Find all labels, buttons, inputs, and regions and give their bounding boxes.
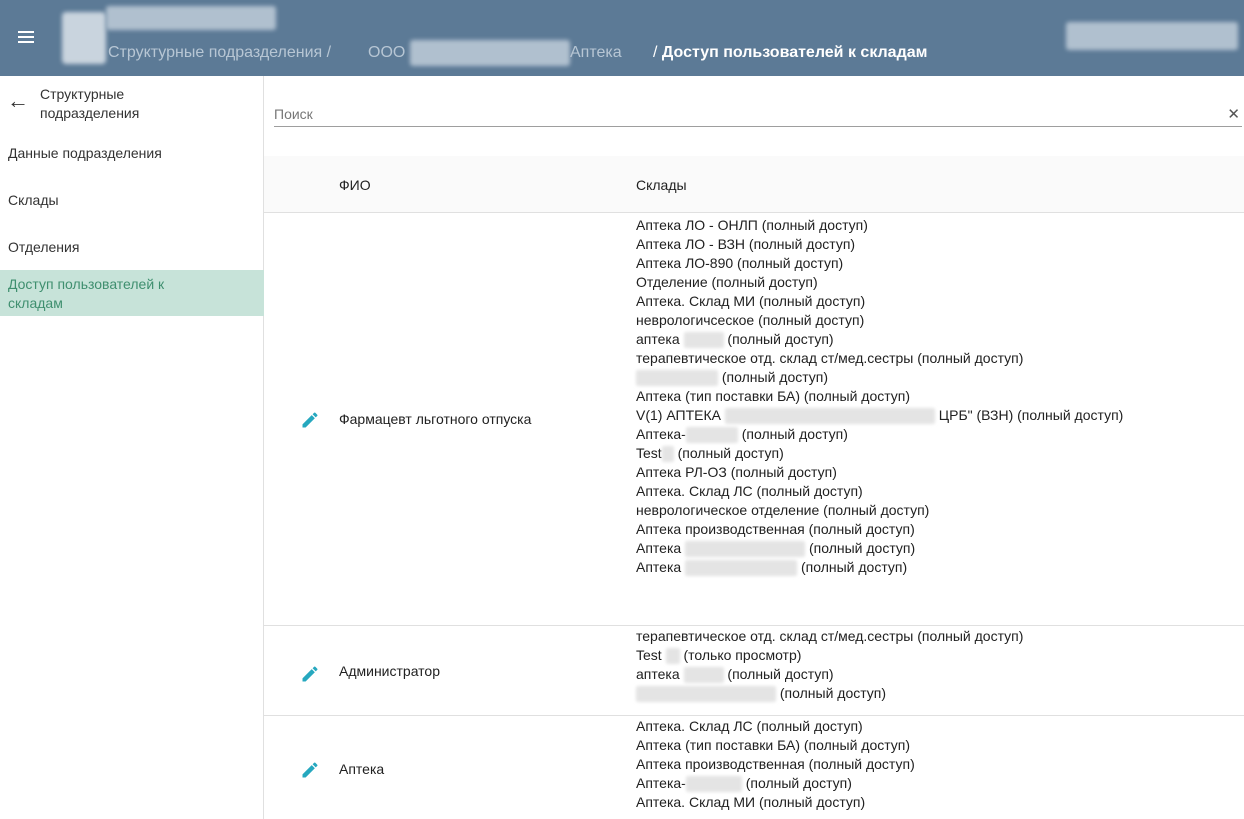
column-header-warehouses[interactable]: Склады [636,177,687,193]
list-item: Аптека производственная (полный доступ) [636,521,915,537]
pencil-edit-icon[interactable] [300,760,320,780]
redacted-user-info [1066,22,1238,50]
close-icon[interactable]: ✕ [1227,105,1240,123]
list-item: Аптека. Склад МИ (полный доступ) [636,794,866,810]
redacted-org-name [410,40,570,66]
table-row: Фармацевт льготного отпуска Аптека ЛО - … [264,213,1244,626]
list-item: Отделение (полный доступ) [636,274,818,290]
redacted-text [685,427,738,444]
list-item: неврологичсеское (полный доступ) [636,312,865,328]
sidebar-item-departments[interactable]: Отделения [0,238,264,260]
hamburger-menu-icon[interactable] [18,31,34,43]
list-item: Аптека. Склад МИ (полный доступ) [636,293,866,309]
search-input[interactable] [274,103,1214,125]
app-header: Структурные подразделения / ООО Аптека /… [0,0,1244,76]
sidebar-item-user-access[interactable]: Доступ пользователей к складам [0,270,264,316]
list-item: Аптека ЛО-890 (полный доступ) [636,255,844,271]
list-item: Аптека (тип поставки БА) (полный доступ) [636,388,911,404]
redacted-text [636,370,718,387]
redacted-text [685,560,798,577]
list-item: Аптека ЛО - ВЗН (полный доступ) [636,236,856,252]
pencil-edit-icon[interactable] [300,664,320,684]
redacted-text [665,648,680,665]
list-item: Аптека РЛ-ОЗ (полный доступ) [636,464,837,480]
redacted-app-title [106,6,276,30]
list-item: (полный доступ) [636,684,1023,703]
list-item: (полный доступ) [636,368,1123,387]
redacted-text [661,446,674,463]
redacted-text [636,686,776,703]
list-item: Аптека ЛО - ОНЛП (полный доступ) [636,217,868,233]
user-name: Администратор [339,663,441,679]
redacted-text [683,667,724,684]
list-item: Аптека (тип поставки БА) (полный доступ) [636,737,911,753]
list-item: терапевтическое отд. склад ст/мед.сестры… [636,350,1024,366]
warehouse-list: Аптека ЛО - ОНЛП (полный доступ) Аптека … [636,216,1123,577]
list-item: Аптека. Склад ЛС (полный доступ) [636,718,863,734]
table-row: Администратор терапевтическое отд. склад… [264,626,1244,716]
arrow-left-icon[interactable]: ← [7,88,29,114]
list-item: Test (полный доступ) [636,445,784,463]
breadcrumb-org[interactable]: ООО [368,44,405,62]
list-item: терапевтическое отд. склад ст/мед.сестры… [636,628,1024,644]
redacted-text [683,332,724,349]
redacted-text [685,541,806,558]
breadcrumb-current-page: / Доступ пользователей к складам [653,44,928,61]
table-header: ФИО Склады [264,156,1244,213]
org-logo [62,12,106,64]
sidebar: ← Структурные подразделения Данные подра… [0,76,264,819]
list-item: аптека (полный доступ) [636,666,834,684]
list-item: Аптека- (полный доступ) [636,426,848,444]
user-name: Аптека [339,761,385,777]
breadcrumb-separator: / [326,44,332,61]
breadcrumb-apteka[interactable]: Аптека [570,44,622,62]
list-item: аптека (полный доступ) [636,331,834,349]
column-header-fio[interactable]: ФИО [339,177,371,193]
list-item: Аптека (полный доступ) [636,559,908,577]
breadcrumb: Структурные подразделения / ООО Аптека /… [108,44,927,62]
user-name: Фармацевт льготного отпуска [339,411,532,427]
list-item: V(1) АПТЕКА ЦРБ" (ВЗН) (полный доступ) [636,407,1124,425]
warehouse-list: Аптека. Склад ЛС (полный доступ) Аптека … [636,717,915,812]
warehouse-list: терапевтическое отд. склад ст/мед.сестры… [636,627,1023,703]
list-item: Аптека производственная (полный доступ) [636,756,915,772]
sidebar-item-warehouses[interactable]: Склады [0,191,264,213]
pencil-edit-icon[interactable] [300,410,320,430]
list-item: неврологическое отделение (полный доступ… [636,502,930,518]
list-item: Аптека- (полный доступ) [636,775,852,793]
list-item: Аптека (полный доступ) [636,540,916,558]
table-row: Аптека Аптека. Склад ЛС (полный доступ) … [264,716,1244,819]
breadcrumb-root[interactable]: Структурные подразделения [108,44,322,61]
back-link-label[interactable]: Структурные подразделения [40,85,190,123]
list-item: Аптека. Склад ЛС (полный доступ) [636,483,863,499]
sidebar-item-unit-data[interactable]: Данные подразделения [0,144,264,166]
redacted-text [685,776,742,793]
redacted-text [724,408,935,425]
search-field: ✕ [274,103,1242,127]
list-item: Test (только просмотр) [636,647,802,665]
